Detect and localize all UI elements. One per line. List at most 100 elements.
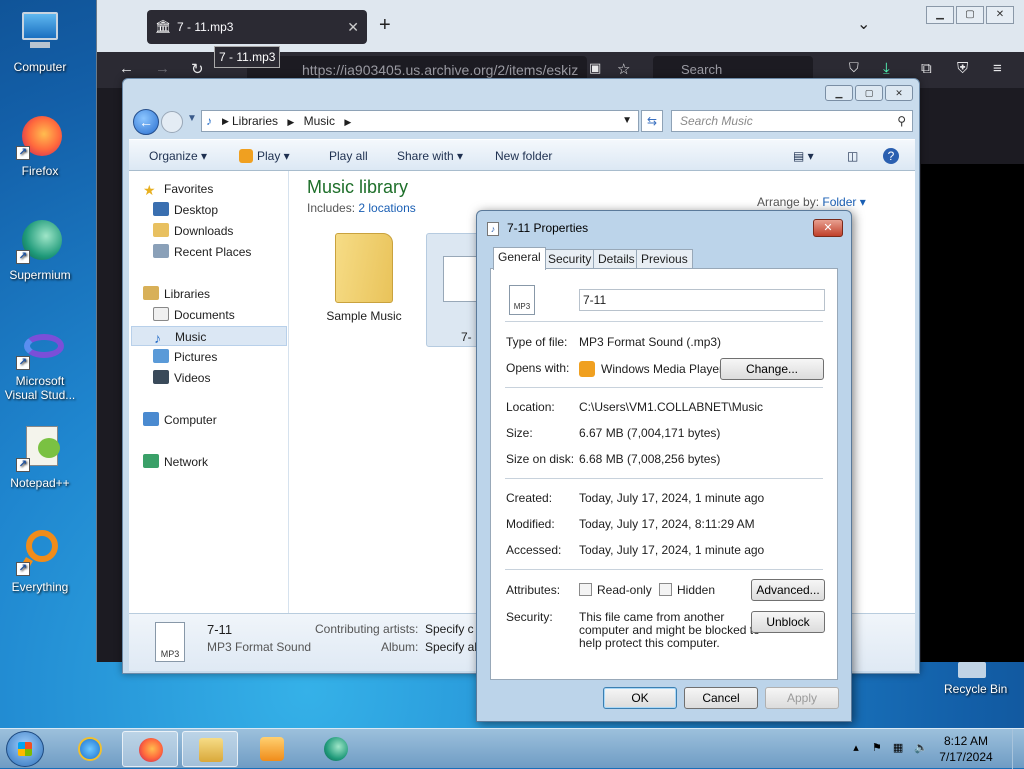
attributes-label: Attributes: [506,583,561,597]
address-bar[interactable]: ♪ ▶ Libraries ▶ Music ▶ ▼ [201,110,639,132]
reload-icon[interactable]: ↻ [191,60,204,78]
view-options-icon[interactable]: ▤ ▾ [793,149,814,163]
desktop-icon-firefox[interactable]: ↗ Firefox [2,112,78,178]
back-arrow-icon[interactable]: ← [119,60,134,77]
nav-documents[interactable]: Documents [153,305,313,325]
hidden-checkbox[interactable] [659,583,672,596]
taskbar-clock[interactable]: 8:12 AM 7/17/2024 [928,733,1004,765]
taskbar-ie[interactable] [62,731,118,767]
share-with-button[interactable]: Share with ▾ [397,149,463,163]
filename-input[interactable]: 7-11 [579,289,825,311]
nav-favorites[interactable]: ★ Favorites [143,179,303,199]
preview-pane-icon[interactable]: ◫ [847,149,858,163]
new-folder-button[interactable]: New folder [495,149,552,163]
search-music-input[interactable]: Search Music ⚲ [671,110,913,132]
breadcrumb-libraries[interactable]: Libraries [232,114,278,128]
folder-sample-music[interactable]: Sample Music [319,233,409,323]
properties-close-button[interactable]: ✕ [813,219,843,237]
desktop-icon-computer[interactable]: Computer [2,8,78,74]
explorer-forward-button[interactable] [161,111,183,133]
volume-muted-icon[interactable]: 🔈 [914,742,928,754]
nav-desktop[interactable]: Desktop [153,200,313,220]
tab-previous-versions[interactable]: Previous Versions [636,249,693,284]
nav-libraries[interactable]: Libraries [143,284,303,304]
nav-network[interactable]: Network [143,452,303,472]
details-album-value[interactable]: Specify al [425,640,477,654]
nav-music[interactable]: ♪ Music [131,326,287,346]
network-tray-icon[interactable]: ▦ [893,742,903,754]
properties-title: 7-11 Properties [507,221,589,235]
organize-button[interactable]: Organize ▾ [149,149,207,163]
new-tab-button[interactable]: + [379,14,391,37]
explorer-close-button[interactable]: ✕ [885,85,913,101]
security-text-3: help protect this computer. [579,636,720,650]
nav-downloads[interactable]: Downloads [153,221,313,241]
address-dropdown-icon[interactable]: ▼ [622,111,632,131]
recycle-bin-label: Recycle Bin [944,682,1008,696]
security-text-2: computer and might be blocked to [579,623,760,637]
explorer-minimize-button[interactable]: ▁ [825,85,853,101]
tab-general[interactable]: General [493,247,546,270]
desktop-icon-visual-studio[interactable]: ↗ Microsoft Visual Stud... [2,330,78,402]
taskbar: ▴ ⚑ ▦ 🔈 8:12 AM 7/17/2024 [0,728,1024,769]
bookmark-star-icon[interactable]: ☆ [617,60,630,78]
explorer-back-button[interactable]: ← [133,109,159,135]
includes-locations-link[interactable]: 2 locations [358,201,415,215]
refresh-button[interactable]: ⇆ [641,110,663,132]
cancel-button[interactable]: Cancel [684,687,758,709]
flag-icon[interactable]: ⚑ [872,742,882,754]
play-button[interactable]: Play ▾ [239,149,290,163]
nav-computer[interactable]: Computer [143,410,303,430]
browser-minimize-button[interactable]: ▁ [926,6,954,24]
browser-close-button[interactable]: ✕ [986,6,1014,24]
recycle-bin-icon[interactable] [958,662,986,678]
browser-maximize-button[interactable]: ▢ [956,6,984,24]
search-icon: ⚲ [897,114,906,128]
taskbar-media-player[interactable] [244,731,300,767]
help-icon[interactable]: ? [883,148,899,164]
tab-list-chevron-icon[interactable]: ⌄ [857,14,870,34]
arrange-by-dropdown[interactable]: Folder ▾ [822,195,865,209]
details-contributing-value[interactable]: Specify c [425,622,474,636]
nav-recent-places[interactable]: Recent Places [153,242,313,262]
hamburger-menu-icon[interactable]: ≡ [993,60,1002,77]
separator [505,569,823,570]
start-button[interactable] [6,731,44,767]
tab-close-icon[interactable]: ✕ [347,10,359,44]
apply-button[interactable]: Apply [765,687,839,709]
desktop-icon-notepadpp[interactable]: ↗ Notepad++ [2,424,78,490]
reader-view-icon[interactable]: ▣ [589,60,601,76]
pocket-icon[interactable]: ⛉ [849,60,859,76]
arrange-by: Arrange by: Folder ▾ [757,195,866,209]
extensions-icon[interactable]: ⧉ [921,60,932,77]
nav-pictures[interactable]: Pictures [153,347,313,367]
explorer-maximize-button[interactable]: ▢ [855,85,883,101]
nav-videos[interactable]: Videos [153,368,313,388]
forward-arrow-icon[interactable]: → [155,60,170,77]
downloads-icon[interactable]: ⤓ [883,60,890,77]
videos-icon [153,370,169,384]
size-value: 6.67 MB (7,004,171 bytes) [579,426,721,440]
show-desktop-button[interactable] [1012,729,1024,769]
ok-button[interactable]: OK [603,687,677,709]
tray-expand-icon[interactable]: ▴ [853,742,859,754]
taskbar-supermium[interactable] [308,731,364,767]
breadcrumb-music[interactable]: Music [304,114,335,128]
taskbar-explorer[interactable] [182,731,238,767]
change-button[interactable]: Change... [720,358,824,380]
desktop-icon-everything[interactable]: ↗ Everything [2,528,78,594]
unblock-button[interactable]: Unblock [751,611,825,633]
play-all-button[interactable]: Play all [329,149,368,163]
star-icon: ★ [143,182,156,198]
browser-tab[interactable]: 🏛 7 - 11.mp3 ✕ [147,10,367,44]
desktop-icon-supermium[interactable]: ↗ Supermium [2,216,78,282]
recent-pages-chevron-icon[interactable]: ▼ [187,113,197,124]
browser-tab-title: 7 - 11.mp3 [177,20,234,34]
readonly-checkbox[interactable] [579,583,592,596]
taskbar-firefox[interactable] [122,731,178,767]
ublock-shield-icon[interactable]: ⛨ [957,60,968,77]
advanced-button[interactable]: Advanced... [751,579,825,601]
mp3-file-icon: MP3 [509,285,535,315]
tab-security[interactable]: Security [543,249,597,269]
tab-details[interactable]: Details [593,249,640,269]
